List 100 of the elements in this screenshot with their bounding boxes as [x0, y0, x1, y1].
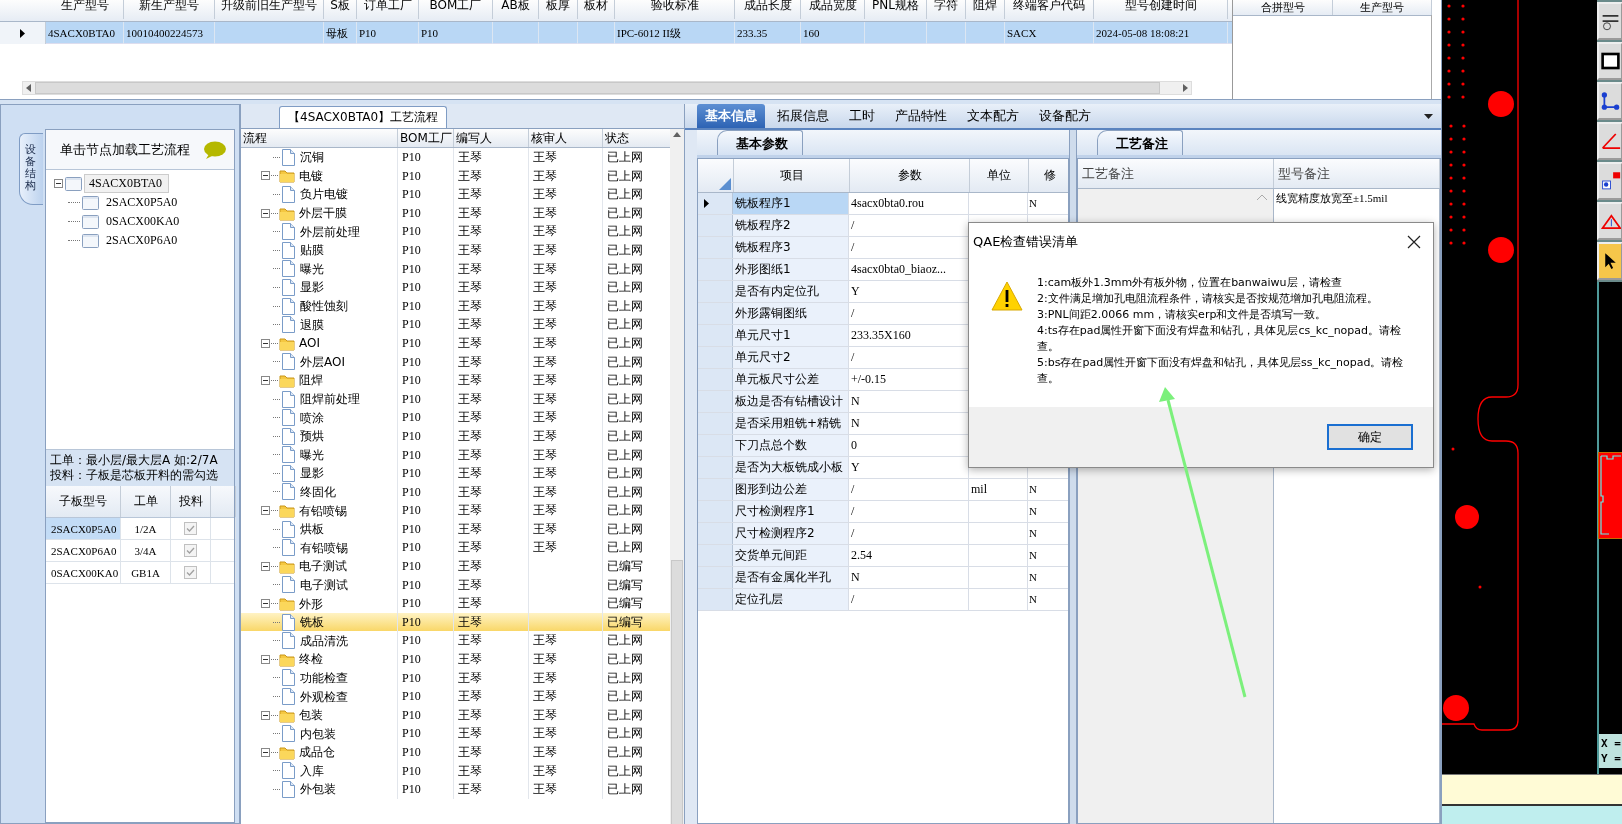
column-header[interactable]: 子板型号 [46, 486, 121, 517]
table-cell[interactable]: 单元尺寸2 [733, 347, 849, 368]
group-name: 成品仓 [298, 744, 335, 762]
table-cell: P10 [398, 333, 454, 353]
table-cell[interactable]: 图形到边公差 [733, 479, 849, 500]
scroll-left-icon[interactable] [26, 84, 31, 92]
tab[interactable]: 产品特性 [887, 104, 955, 128]
column-header[interactable]: S板 [324, 0, 357, 19]
table-cell[interactable]: 铣板程序1 [733, 193, 849, 214]
table-cell: P10 [398, 612, 454, 632]
toolbar-button[interactable] [1597, 42, 1622, 80]
document-icon [281, 762, 296, 780]
panel-tab[interactable]: 【4SACX0BTA0】工艺流程 [279, 106, 448, 128]
table-cell: P10 [398, 538, 454, 558]
table-cell[interactable]: 单元尺寸1 [733, 325, 849, 346]
table-cell[interactable]: 铣板程序2 [733, 215, 849, 236]
column-header[interactable]: 阻焊 [966, 0, 1005, 19]
horizontal-scrollbar[interactable] [22, 81, 1192, 95]
tab[interactable]: 拓展信息 [769, 104, 837, 128]
column-header[interactable]: 板材 [578, 0, 615, 19]
table-cell[interactable]: 单元板尺寸公差 [733, 369, 849, 390]
folder-icon [279, 335, 295, 351]
column-header[interactable]: 参数 [849, 159, 969, 192]
collapse-toggle[interactable] [261, 338, 270, 348]
scroll-right-icon[interactable] [1183, 84, 1188, 92]
column-header[interactable]: BOM工厂 [419, 0, 493, 19]
table-cell[interactable]: 交货单元间距 [733, 545, 849, 566]
table-cell: 王琴 [454, 687, 529, 706]
table-cell: P10 [398, 185, 454, 204]
column-header[interactable]: 核审人 [529, 129, 603, 147]
collapse-toggle[interactable] [261, 654, 270, 664]
tree-node[interactable]: 0SACX00KA0 [101, 212, 187, 231]
tab[interactable]: 工时 [841, 104, 883, 128]
table-cell[interactable]: 是否有金属化半孔 [733, 567, 849, 588]
column-header[interactable]: 板厚 [539, 0, 578, 19]
collapse-toggle[interactable] [261, 561, 270, 571]
scroll-up-icon[interactable] [673, 132, 681, 137]
table-cell[interactable]: 是否有内定位孔 [733, 281, 849, 302]
column-header[interactable]: 工艺备注 [1078, 159, 1274, 188]
column-header[interactable]: 流程 [241, 129, 398, 147]
folder-icon [279, 651, 295, 667]
tree-node[interactable]: 2SACX0P5A0 [101, 193, 185, 212]
toolbar-button[interactable] [1597, 82, 1622, 120]
side-tab[interactable]: 设备结构 [19, 133, 43, 206]
tab[interactable]: 文本配方 [959, 104, 1027, 128]
collapse-toggle[interactable] [261, 171, 270, 181]
collapse-toggle[interactable] [261, 747, 270, 757]
table-cell: P10 [398, 389, 454, 409]
table-cell[interactable]: 定位孔层 [733, 589, 849, 610]
table-cell: 王琴 [529, 371, 603, 390]
tree-node[interactable]: 4SACX0BTA0 [84, 174, 170, 193]
column-header[interactable]: 工单 [121, 486, 171, 517]
column-header[interactable]: 单位 [969, 159, 1028, 192]
close-icon[interactable] [1407, 235, 1421, 249]
toolbar-button[interactable] [1597, 2, 1622, 40]
collapse-toggle[interactable] [261, 375, 270, 385]
table-cell[interactable]: 外形露铜图纸 [733, 303, 849, 324]
collapse-toggle[interactable] [261, 599, 270, 609]
column-header[interactable]: 编写人 [454, 129, 529, 147]
table-cell[interactable]: 尺寸检测程序2 [733, 523, 849, 544]
table-cell[interactable]: 是否采用粗铣+精铣 [733, 413, 849, 434]
dropdown-icon[interactable] [1424, 114, 1433, 119]
panel-tab[interactable]: 工艺备注 [1097, 130, 1183, 155]
document-icon [281, 632, 296, 650]
column-header[interactable]: 型号备注 [1274, 159, 1440, 188]
table-cell[interactable]: 板边是否有钻槽设计 [733, 391, 849, 412]
collapse-toggle[interactable] [261, 506, 270, 516]
node-icon [65, 176, 82, 191]
table-row[interactable]: 4SACX0BTA0 10010400224573 母板 P10 P10 IPC-6012 II级 233.35 160 SACX 2024-05-08 18:08:21 [0, 22, 1232, 44]
column-header[interactable]: PNL规格 [865, 0, 927, 19]
table-cell[interactable]: 外形图纸1 [733, 259, 849, 280]
column-header[interactable]: 项目 [733, 159, 849, 192]
ok-button[interactable]: 确定 [1327, 424, 1413, 450]
row-header[interactable] [698, 193, 733, 214]
speech-bubble-icon[interactable] [204, 140, 226, 159]
table-cell: 王琴 [454, 278, 529, 297]
tab[interactable]: 设备配方 [1031, 104, 1099, 128]
scroll-thumb[interactable] [671, 560, 683, 824]
column-header[interactable]: 合拼型号 [1233, 0, 1333, 15]
scroll-thumb[interactable] [35, 82, 1160, 94]
column-header[interactable]: 投料 [171, 486, 211, 517]
column-header[interactable]: 生产型号 [1333, 0, 1432, 15]
column-header[interactable]: BOM工厂 [398, 129, 454, 147]
column-header[interactable]: AB板 [493, 0, 539, 19]
collapse-toggle[interactable] [261, 710, 270, 720]
collapse-toggle[interactable] [54, 179, 63, 188]
table-cell[interactable]: 铣板程序3 [733, 237, 849, 258]
vertical-scrollbar[interactable] [670, 129, 684, 824]
tree-node[interactable]: 2SACX0P6A0 [101, 231, 185, 250]
table-cell[interactable]: 是否为大板铣成小板 [733, 457, 849, 478]
column-header[interactable]: 型号创建时间 [1094, 0, 1228, 19]
panel-tab[interactable]: 基本参数 [717, 130, 803, 155]
toolbar-button[interactable] [1597, 242, 1622, 280]
table-cell[interactable]: 尺寸检测程序1 [733, 501, 849, 522]
table-cell: / [849, 501, 969, 522]
collapse-toggle[interactable] [261, 208, 270, 218]
row-header[interactable] [0, 22, 46, 44]
tab[interactable]: 基本信息 [697, 104, 765, 128]
process-row[interactable]: 铣板 P10 王琴 已编写 [241, 612, 670, 632]
table-cell[interactable]: 下刀点总个数 [733, 435, 849, 456]
